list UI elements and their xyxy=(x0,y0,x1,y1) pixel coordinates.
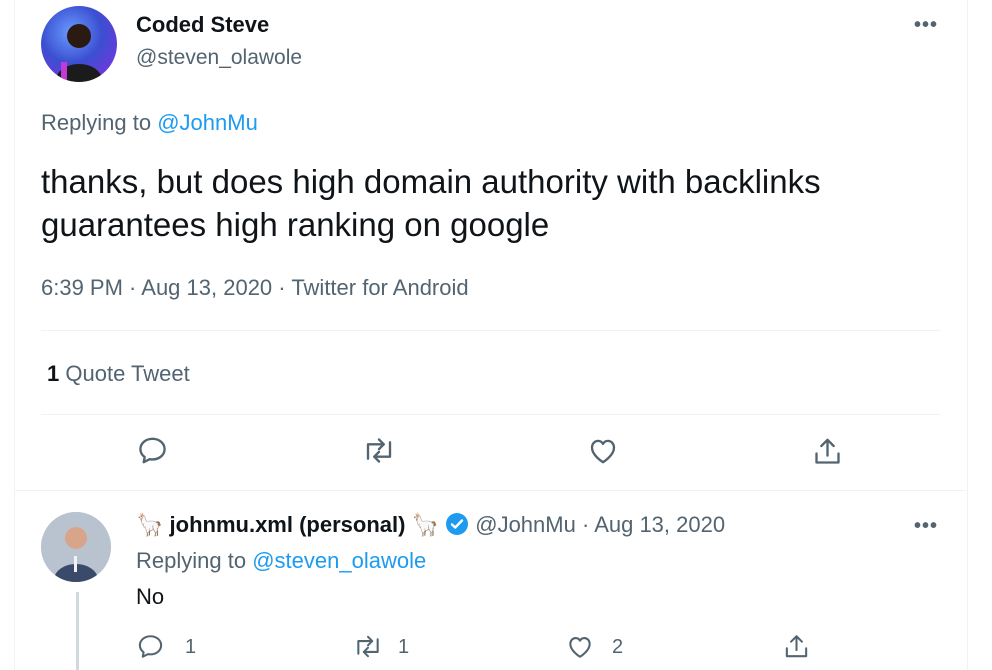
reply-count: 1 xyxy=(185,636,197,658)
like-icon[interactable] xyxy=(565,632,595,661)
reply-author-name[interactable]: johnmu.xml (personal) xyxy=(170,512,406,537)
reply-text: No xyxy=(136,584,165,609)
reply-author-handle[interactable]: @JohnMu xyxy=(475,512,576,537)
retweet-count: 1 xyxy=(398,636,410,658)
reply-avatar[interactable] xyxy=(41,512,111,582)
reply-icon[interactable] xyxy=(136,632,165,661)
llama-emoji-icon: 🦙 xyxy=(136,512,164,537)
replying-to: Replying to @JohnMu xyxy=(41,110,258,136)
more-icon[interactable]: ••• xyxy=(914,14,938,37)
quote-tweet-stats[interactable]: 1 Quote Tweet xyxy=(47,361,190,387)
avatar[interactable] xyxy=(41,6,117,82)
retweet-icon[interactable] xyxy=(361,434,397,467)
replying-to-link[interactable]: @steven_olawole xyxy=(252,548,426,573)
llama-emoji-icon: 🦙 xyxy=(411,512,439,537)
reply-date[interactable]: · Aug 13, 2020 xyxy=(582,512,725,537)
divider xyxy=(41,330,940,331)
reply-replying-to: Replying to @steven_olawole xyxy=(136,548,426,574)
author-handle[interactable]: @steven_olawole xyxy=(136,46,302,70)
tweet-text-line: guarantees high ranking on google xyxy=(41,206,550,243)
avatar-photo-icon xyxy=(55,24,103,82)
replying-prefix: Replying to xyxy=(136,548,247,573)
divider xyxy=(14,490,966,491)
author-name[interactable]: Coded Steve xyxy=(136,12,269,38)
tweet-timestamp[interactable]: 6:39 PM · Aug 13, 2020 · Twitter for And… xyxy=(41,275,469,301)
avatar-photo-icon xyxy=(41,512,111,582)
replying-to-link[interactable]: @JohnMu xyxy=(157,110,258,135)
quote-label: Quote Tweet xyxy=(65,361,190,386)
verified-badge-icon xyxy=(445,512,469,542)
thread-line xyxy=(76,592,79,670)
retweet-icon[interactable] xyxy=(352,632,384,661)
divider xyxy=(41,414,940,415)
reply-more-icon[interactable]: ••• xyxy=(914,515,938,538)
reply-header: 🦙 johnmu.xml (personal) 🦙 @JohnMu · Aug … xyxy=(136,512,725,542)
tweet-text-line: thanks, but does high domain authority w… xyxy=(41,163,821,200)
share-icon[interactable] xyxy=(782,631,811,662)
quote-count: 1 xyxy=(47,361,60,386)
tweet-text: thanks, but does high domain authority w… xyxy=(41,160,961,246)
share-icon[interactable] xyxy=(811,434,844,469)
reply-icon[interactable] xyxy=(136,434,169,467)
like-icon[interactable] xyxy=(586,434,620,467)
replying-prefix: Replying to xyxy=(41,110,152,135)
like-count: 2 xyxy=(612,636,624,658)
